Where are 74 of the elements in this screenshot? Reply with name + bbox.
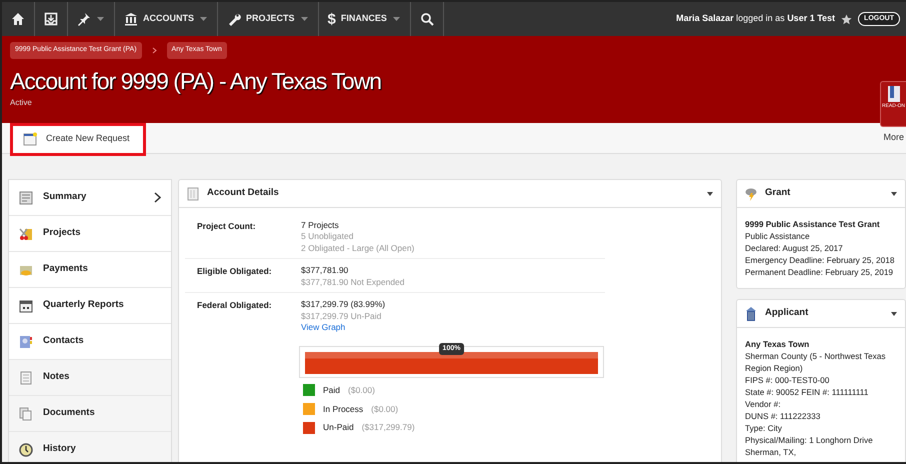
storm-icon bbox=[745, 186, 757, 200]
bank-icon bbox=[124, 12, 138, 26]
card-heading: 9999 Public Assistance Test Grant bbox=[745, 218, 881, 230]
inbox-icon bbox=[44, 12, 58, 26]
panel-title: Account Details bbox=[207, 186, 279, 200]
card-line: Emergency Deadline: February 25, 2018 bbox=[745, 254, 896, 266]
pin-icon bbox=[77, 12, 91, 26]
panel-title: Grant bbox=[765, 186, 790, 200]
field-value: 7 Projects bbox=[301, 220, 340, 232]
card-line: FIPS #: 000-TEST0-00 bbox=[745, 374, 830, 386]
caret-icon bbox=[96, 16, 105, 22]
field-detail: $377,781.90 Not Expended bbox=[301, 276, 405, 288]
more-link[interactable]: More bbox=[883, 131, 906, 145]
home-icon bbox=[11, 12, 25, 26]
field-label: Project Count: bbox=[197, 220, 257, 233]
menu-label: FINANCES bbox=[340, 12, 387, 26]
card-line: Sherman County (5 - Northwest Texas Region Region) bbox=[745, 350, 886, 374]
wrench-icon bbox=[227, 12, 241, 26]
legend-label: In Process bbox=[323, 402, 364, 416]
view-graph-link[interactable]: View Graph bbox=[301, 322, 346, 332]
user-status: Maria Salazar logged in as User 1 Test bbox=[676, 12, 836, 26]
card-line: DUNS #: 111222333 bbox=[745, 410, 822, 422]
caret-icon bbox=[199, 16, 208, 22]
field-detail: $317,299.79 Un-Paid bbox=[301, 310, 382, 322]
calendar-icon bbox=[19, 298, 33, 312]
card-line: Vendor #: bbox=[745, 398, 782, 410]
legend-amount: ($0.00) bbox=[371, 402, 398, 416]
dropdown-icon bbox=[707, 192, 713, 196]
projects-icon bbox=[19, 226, 33, 240]
card-line: Declared: August 25, 2017 bbox=[745, 242, 844, 254]
history-icon bbox=[19, 442, 33, 456]
caret-icon bbox=[392, 16, 401, 22]
menu-label: PROJECTS bbox=[246, 12, 295, 26]
card-line: State #: 90052 FEIN #: 111111111 bbox=[745, 386, 870, 398]
star-icon bbox=[841, 14, 852, 24]
caret-icon bbox=[300, 16, 309, 22]
search-icon bbox=[420, 12, 434, 26]
field-detail: 2 Obligated - Large (All Open) bbox=[301, 242, 414, 254]
sidebar-item[interactable]: Notes bbox=[9, 360, 171, 396]
sidebar-item[interactable]: Documents bbox=[9, 396, 171, 432]
field-label: Federal Obligated: bbox=[197, 299, 273, 312]
sidebar-item[interactable]: History bbox=[9, 432, 171, 462]
card-line: Type: City bbox=[745, 422, 783, 434]
legend-amount: ($0.00) bbox=[348, 384, 375, 396]
create-request-button[interactable]: Create New Request bbox=[10, 122, 146, 156]
panel-title: Applicant bbox=[765, 306, 808, 320]
book-icon bbox=[886, 85, 900, 103]
card-line: Physical/Mailing: 1 Longhorn Drive bbox=[745, 434, 874, 446]
card-heading: Any Texas Town bbox=[745, 338, 810, 350]
notes-icon bbox=[19, 370, 33, 384]
field-value: $317,299.79 (83.99%) bbox=[301, 299, 386, 311]
chevron-icon bbox=[154, 192, 161, 203]
summary-icon bbox=[19, 190, 33, 204]
field-label: Eligible Obligated: bbox=[197, 265, 273, 278]
field-detail: 5 Unobligated bbox=[301, 231, 354, 243]
card-line: Sherman, TX, bbox=[745, 446, 798, 458]
legend-amount: ($317,299.79) bbox=[362, 421, 415, 434]
documents-icon bbox=[19, 406, 33, 420]
contacts-icon bbox=[19, 334, 33, 348]
card-line: Permanent Deadline: February 25, 2019 bbox=[745, 266, 894, 278]
dropdown-icon bbox=[891, 192, 897, 196]
menu-label: ACCOUNTS bbox=[143, 12, 194, 26]
card-line: Public Assistance bbox=[745, 230, 811, 242]
legend-label: Paid bbox=[323, 384, 340, 396]
field-value: $377,781.90 bbox=[301, 265, 350, 277]
document-icon bbox=[187, 186, 199, 200]
chevron-icon bbox=[152, 46, 157, 54]
dollar-icon: $ bbox=[328, 12, 336, 26]
dropdown-icon bbox=[891, 312, 897, 316]
account-status: Active bbox=[10, 96, 32, 109]
page-title: Account for 9999 (PA) - Any Texas Town bbox=[10, 68, 382, 94]
note-icon bbox=[23, 132, 38, 146]
building-icon bbox=[745, 306, 757, 321]
legend-label: Un-Paid bbox=[323, 421, 354, 434]
